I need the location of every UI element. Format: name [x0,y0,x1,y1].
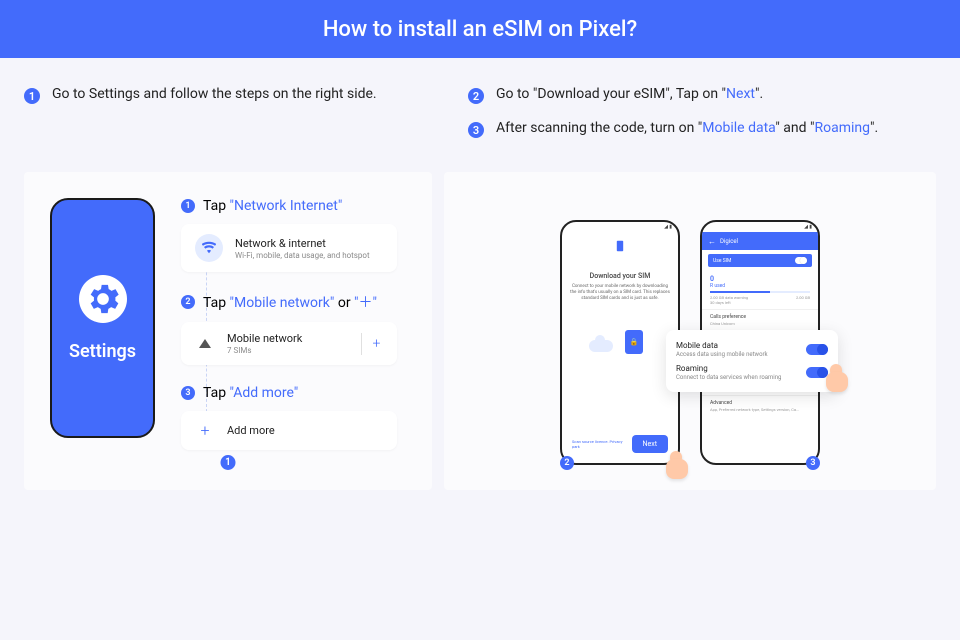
status-bar: ◢ ▮ [562,222,678,232]
add-more-card[interactable]: + Add more [181,411,397,450]
settings-label: Settings [69,341,136,362]
steps-list: 1 Tap "Network Internet" Network & inter… [181,198,406,470]
footer-link: Scan source licence. Privacy park [572,439,624,449]
intro-item-3: 3 After scanning the code, turn on "Mobi… [468,120,936,138]
intro-text: Go to Settings and follow the steps on t… [52,86,377,102]
use-sim-banner[interactable]: Use SIM [708,254,812,267]
carrier-name: Digicel [720,238,738,245]
step-1: 1 Tap "Network Internet" Network & inter… [181,198,406,272]
intro-section: 1 Go to Settings and follow the steps on… [0,58,960,172]
intro-text: After scanning the code, turn on "Mobile… [496,120,878,136]
mobile-data-toggle[interactable] [806,344,828,355]
intro-item-2: 2 Go to "Download your eSIM", Tap on "Ne… [468,86,936,104]
calls-pref-row[interactable]: Calls preference China Unicom [702,309,818,330]
sim-card-icon: 🔒 [625,330,643,354]
card-text: Network & internet Wi-Fi, mobile, data u… [235,237,383,260]
download-illustration: 🔒 [589,328,651,366]
wifi-icon [195,234,223,262]
hand-pointer-icon [826,364,856,400]
step-badge: 2 [468,88,484,104]
settings-phone: Settings [50,198,155,438]
panel-badge-3: 3 [806,456,820,470]
step-number: 2 [181,295,195,309]
sim-icon [562,240,678,254]
signal-icon [199,339,211,348]
title-bar: ← Digicel [702,232,818,250]
download-title: Download your SIM [570,272,670,280]
step-head: 1 Tap "Network Internet" [181,198,406,214]
intro-item-1: 1 Go to Settings and follow the steps on… [24,86,454,104]
step-number: 3 [181,386,195,400]
step-badge: 1 [24,88,40,104]
roaming-toggle[interactable] [806,367,828,378]
step-3: 3 Tap "Add more" + Add more [181,385,406,450]
step-number: 1 [181,199,195,213]
data-usage: 0 R used 2.00 GB data warning 2.00 GB 30… [702,271,818,309]
intro-text: Go to "Download your eSIM", Tap on "Next… [496,86,763,102]
advanced-row[interactable]: Advanced App, Preferred network type, Se… [702,395,818,416]
mobile-data-link: Mobile data [702,120,775,136]
cloud-icon [589,340,613,352]
panel-left: Settings 1 Tap "Network Internet" Networ… [24,172,432,490]
mobile-data-row[interactable]: Mobile data Access data using mobile net… [676,338,828,361]
download-body: Connect to your mobile network by downlo… [562,284,678,302]
panel-right-badges: 2 3 [444,456,936,470]
step-2: 2 Tap "Mobile network" or "＋" Mobile net… [181,292,406,365]
status-bar: ◢ ▮ [702,222,818,232]
page-title: How to install an eSIM on Pixel? [323,17,637,42]
next-link: Next [726,86,755,102]
next-button[interactable]: Next [632,435,668,453]
toggle-icon [795,257,807,264]
card-text: Mobile network 7 SIMs [227,332,349,355]
step-head: 3 Tap "Add more" [181,385,406,401]
network-internet-card[interactable]: Network & internet Wi-Fi, mobile, data u… [181,224,397,272]
download-footer: Scan source licence. Privacy park Next [562,435,678,453]
intro-left: 1 Go to Settings and follow the steps on… [24,86,454,154]
roaming-row[interactable]: Roaming Connect to data services when ro… [676,361,828,384]
gear-icon [79,275,127,323]
download-sim-phone: ◢ ▮ Download your SIM Connect to your mo… [560,220,680,465]
back-icon[interactable]: ← [708,237,716,246]
card-text: Add more [227,424,383,437]
intro-right: 2 Go to "Download your eSIM", Tap on "Ne… [454,86,936,154]
panel-right: ◢ ▮ Download your SIM Connect to your mo… [444,172,936,490]
step-head: 2 Tap "Mobile network" or "＋" [181,292,406,312]
toggles-overlay: Mobile data Access data using mobile net… [666,330,838,392]
mobile-network-card[interactable]: Mobile network 7 SIMs + [181,322,397,365]
usage-bar [710,291,810,293]
download-phone-wrap: ◢ ▮ Download your SIM Connect to your mo… [560,220,680,465]
panel-badge-1: 1 [221,450,236,470]
plus-icon: + [195,421,215,440]
plus-icon[interactable]: + [361,333,383,355]
panel-badge-2: 2 [560,456,574,470]
panels: Settings 1 Tap "Network Internet" Networ… [0,172,960,490]
page-header: How to install an eSIM on Pixel? [0,0,960,58]
carrier-phone-wrap: ◢ ▮ ← Digicel Use SIM 0 R used 2.00 GB d… [700,220,820,465]
roaming-link: Roaming [814,120,870,136]
step-badge: 3 [468,122,484,138]
